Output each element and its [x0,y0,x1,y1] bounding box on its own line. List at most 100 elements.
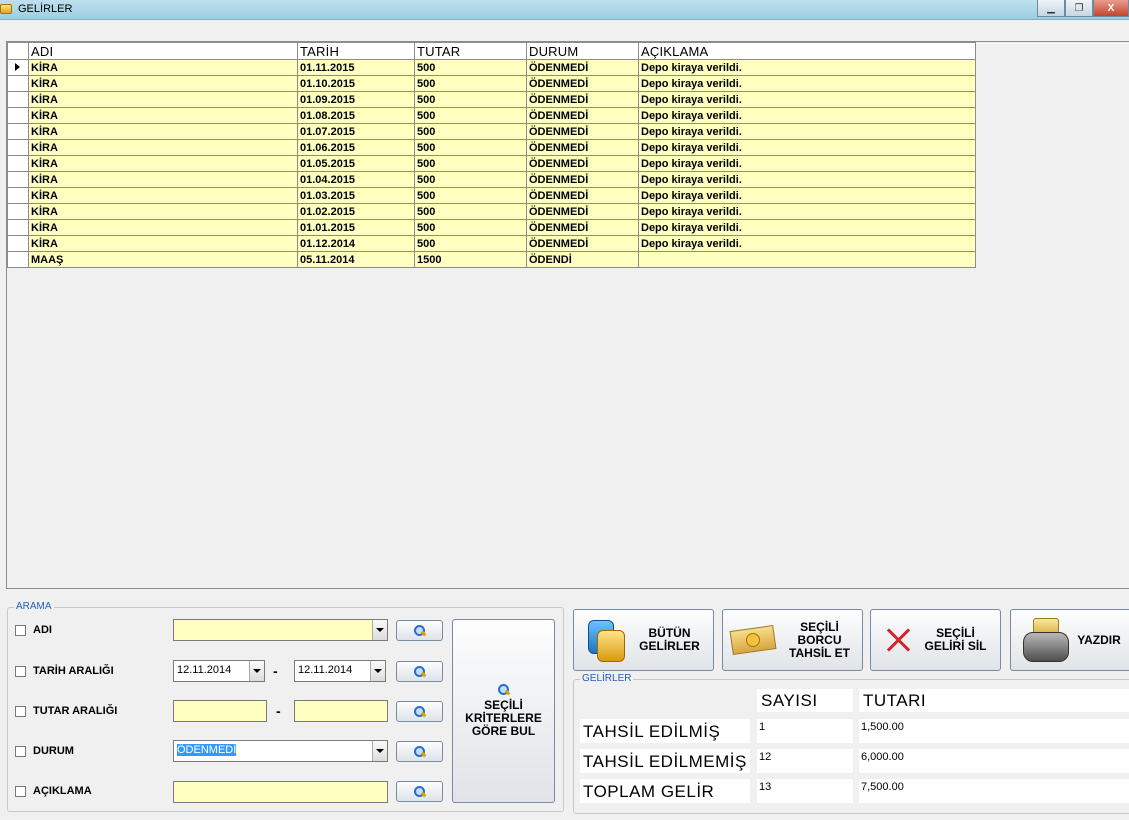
durum-search-button[interactable] [396,741,443,762]
cell-aciklama[interactable]: Depo kiraya verildi. [638,75,976,92]
table-row[interactable]: KİRA 01.10.2015 500 ÖDENMEDİ Depo kiraya ver… [7,75,976,92]
cell-tutar[interactable]: 500 [414,219,527,236]
table-row[interactable]: KİRA 01.02.2015 500 ÖDENMEDİ Depo kiraya ver… [7,203,976,220]
cell-aciklama[interactable] [638,251,976,268]
tarih-to-picker[interactable]: 12.11.2014 [294,660,386,682]
cell-adi[interactable]: KİRA [28,139,298,156]
tutar-to-input[interactable] [294,700,388,722]
chevron-down-icon[interactable] [372,620,387,640]
cell-aciklama[interactable]: Depo kiraya verildi. [638,235,976,252]
cell-tarih[interactable]: 01.10.2015 [297,75,415,92]
cell-durum[interactable]: ÖDENMEDİ [526,219,639,236]
minimize-icon[interactable]: ▁ [1037,0,1065,17]
cell-durum[interactable]: ÖDENMEDİ [526,59,639,76]
cell-durum[interactable]: ÖDENDİ [526,251,639,268]
cell-tutar[interactable]: 500 [414,75,527,92]
cell-aciklama[interactable]: Depo kiraya verildi. [638,203,976,220]
adi-search-button[interactable] [396,620,443,641]
table-row[interactable]: KİRA 01.06.2015 500 ÖDENMEDİ Depo kiraya ver… [7,139,976,156]
table-row[interactable]: KİRA 01.08.2015 500 ÖDENMEDİ Depo kiraya ver… [7,107,976,124]
row-selector[interactable] [7,59,29,76]
tutar-checkbox[interactable] [15,705,26,717]
cell-tutar[interactable]: 500 [414,139,527,156]
cell-tutar[interactable]: 500 [414,107,527,124]
cell-tarih[interactable]: 01.06.2015 [297,139,415,156]
table-row[interactable]: KİRA 01.07.2015 500 ÖDENMEDİ Depo kiraya ver… [7,123,976,140]
column-header-adi[interactable]: ADI [28,42,298,60]
cell-aciklama[interactable]: Depo kiraya verildi. [638,59,976,76]
close-icon[interactable]: X [1093,0,1129,17]
cell-tutar[interactable]: 500 [414,59,527,76]
cell-adi[interactable]: KİRA [28,123,298,140]
cell-tutar[interactable]: 500 [414,171,527,188]
table-row[interactable]: KİRA 01.12.2014 500 ÖDENMEDİ Depo kiraya ver… [7,235,976,252]
row-selector[interactable] [7,235,29,252]
aciklama-input[interactable] [173,781,388,803]
cell-adi[interactable]: KİRA [28,203,298,220]
row-selector[interactable] [7,155,29,172]
cell-adi[interactable]: KİRA [28,59,298,76]
cell-adi[interactable]: KİRA [28,91,298,108]
calendar-dropdown-icon[interactable] [249,661,264,681]
column-header-durum[interactable]: DURUM [526,42,639,60]
table-row[interactable]: KİRA 01.09.2015 500 ÖDENMEDİ Depo kiraya ver… [7,91,976,108]
cell-tarih[interactable]: 01.05.2015 [297,155,415,172]
cell-tutar[interactable]: 1500 [414,251,527,268]
cell-aciklama[interactable]: Depo kiraya verildi. [638,139,976,156]
cell-tarih[interactable]: 01.01.2015 [297,219,415,236]
table-row[interactable]: KİRA 01.04.2015 500 ÖDENMEDİ Depo kiraya ver… [7,171,976,188]
row-selector[interactable] [7,91,29,108]
row-selector[interactable] [7,107,29,124]
cell-tutar[interactable]: 500 [414,123,527,140]
cell-durum[interactable]: ÖDENMEDİ [526,123,639,140]
table-row[interactable]: KİRA 01.01.2015 500 ÖDENMEDİ Depo kiraya ver… [7,219,976,236]
durum-checkbox[interactable] [15,745,26,757]
cell-adi[interactable]: KİRA [28,107,298,124]
aciklama-search-button[interactable] [396,781,443,802]
cell-adi[interactable]: KİRA [28,187,298,204]
cell-durum[interactable]: ÖDENMEDİ [526,203,639,220]
cell-durum[interactable]: ÖDENMEDİ [526,235,639,252]
row-selector[interactable] [7,219,29,236]
cell-adi[interactable]: MAAŞ [28,251,298,268]
cell-durum[interactable]: ÖDENMEDİ [526,139,639,156]
aciklama-checkbox[interactable] [15,785,26,797]
row-selector[interactable] [7,123,29,140]
print-button[interactable]: YAZDIR [1010,609,1129,671]
cell-aciklama[interactable]: Depo kiraya verildi. [638,187,976,204]
cell-durum[interactable]: ÖDENMEDİ [526,155,639,172]
cell-tarih[interactable]: 01.07.2015 [297,123,415,140]
cell-tarih[interactable]: 01.08.2015 [297,107,415,124]
cell-aciklama[interactable]: Depo kiraya verildi. [638,171,976,188]
row-selector[interactable] [7,75,29,92]
income-grid[interactable]: ADI TARİH TUTAR DURUM AÇIKLAMA KİRA 01.11… [6,41,1129,589]
collect-debt-button[interactable]: SEÇİLİ BORCU TAHSİL ET [722,609,863,671]
cell-tarih[interactable]: 01.03.2015 [297,187,415,204]
search-by-criteria-button[interactable]: SEÇİLİ KRİTERLERE GÖRE BUL [452,619,555,803]
row-selector[interactable] [7,139,29,156]
cell-durum[interactable]: ÖDENMEDİ [526,171,639,188]
maximize-icon[interactable]: ❐ [1065,0,1093,17]
calendar-dropdown-icon[interactable] [370,661,385,681]
cell-tutar[interactable]: 500 [414,203,527,220]
tarih-checkbox[interactable] [15,665,26,677]
table-row[interactable]: MAAŞ 05.11.2014 1500 ÖDENDİ [7,251,976,268]
adi-combo[interactable] [173,619,388,641]
table-row[interactable]: KİRA 01.11.2015 500 ÖDENMEDİ Depo kiraya ver… [7,59,976,76]
cell-tutar[interactable]: 500 [414,155,527,172]
durum-combo[interactable]: ÖDENMEDİ [173,740,388,762]
cell-durum[interactable]: ÖDENMEDİ [526,91,639,108]
cell-tarih[interactable]: 01.11.2015 [297,59,415,76]
adi-checkbox[interactable] [15,624,26,636]
cell-adi[interactable]: KİRA [28,155,298,172]
cell-durum[interactable]: ÖDENMEDİ [526,75,639,92]
tutar-search-button[interactable] [396,701,443,722]
tarih-search-button[interactable] [396,661,443,682]
cell-tarih[interactable]: 01.02.2015 [297,203,415,220]
cell-aciklama[interactable]: Depo kiraya verildi. [638,155,976,172]
cell-tutar[interactable]: 500 [414,187,527,204]
cell-tutar[interactable]: 500 [414,91,527,108]
cell-aciklama[interactable]: Depo kiraya verildi. [638,219,976,236]
cell-tarih[interactable]: 05.11.2014 [297,251,415,268]
cell-durum[interactable]: ÖDENMEDİ [526,187,639,204]
